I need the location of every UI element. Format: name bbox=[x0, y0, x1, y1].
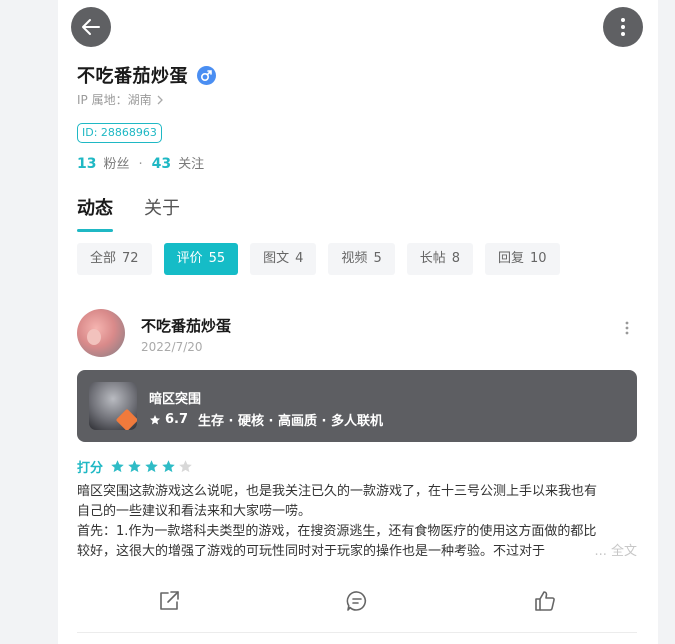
review-text[interactable]: 暗区突围这款游戏这么说呢，也是我关注已久的一款游戏了，在十三号公测上手以来我也有… bbox=[77, 482, 637, 562]
user-id-badge[interactable]: ID: 28868963 bbox=[77, 123, 162, 143]
game-card[interactable]: 暗区突围 6.7 生存 · 硬核 · 高画质 · 多人联机 bbox=[77, 370, 637, 442]
filter-video[interactable]: 视频 5 bbox=[328, 243, 395, 275]
filter-count: 55 bbox=[208, 251, 226, 266]
follow-stats: 13 粉丝 · 43 关注 bbox=[77, 153, 204, 172]
stats-separator: · bbox=[138, 157, 143, 172]
filter-count: 72 bbox=[122, 251, 139, 266]
filter-image-text[interactable]: 图文 4 bbox=[250, 243, 317, 275]
star-filled-icon bbox=[162, 460, 175, 473]
followers-count[interactable]: 13 bbox=[77, 156, 96, 172]
vertical-dots-icon bbox=[625, 321, 629, 335]
followers-label[interactable]: 粉丝 bbox=[103, 153, 129, 172]
game-meta: 6.7 生存 · 硬核 · 高画质 · 多人联机 bbox=[149, 410, 383, 429]
comment-icon bbox=[346, 591, 367, 611]
review-line-last: 较好，这很大的增强了游戏的可玩性同时对于玩家的操作也是一种考验。不过对于 ...… bbox=[77, 542, 637, 562]
filter-count: 4 bbox=[295, 251, 304, 266]
filter-label: 图文 bbox=[263, 251, 290, 266]
share-button[interactable] bbox=[155, 587, 183, 615]
main-tabs: 动态 关于 bbox=[77, 194, 211, 232]
back-button[interactable] bbox=[71, 7, 111, 47]
game-name: 暗区突围 bbox=[149, 392, 202, 407]
review-line: 首先：1.作为一款塔科夫类型的游戏，在搜资源逃生，还有食物医疗的使用这方面做的都… bbox=[77, 524, 597, 539]
filter-count: 10 bbox=[530, 251, 547, 266]
arrow-left-icon bbox=[82, 19, 100, 35]
review-line: 暗区突围这款游戏这么说呢，也是我关注已久的一款游戏了，在十三号公测上手以来我也有 bbox=[77, 484, 598, 499]
review-line: 自己的一些建议和看法来和大家唠一唠。 bbox=[77, 504, 312, 519]
comment-button[interactable] bbox=[343, 587, 371, 615]
share-icon bbox=[160, 591, 179, 610]
profile-page: 不吃番茄炒蛋 IP 属地：湖南 ID: 28868963 13 粉丝 · 43 … bbox=[58, 0, 658, 644]
post-date: 2022/7/20 bbox=[141, 340, 203, 354]
filter-chips: 全部 72 评价 55 图文 4 视频 5 长帖 8 回复 10 bbox=[77, 243, 572, 275]
filter-label: 评价 bbox=[176, 251, 203, 266]
thumbs-up-icon bbox=[535, 591, 555, 611]
filter-long-post[interactable]: 长帖 8 bbox=[406, 243, 474, 275]
filter-label: 视频 bbox=[341, 251, 368, 266]
profile-name-row: 不吃番茄炒蛋 bbox=[77, 62, 216, 88]
ip-location[interactable]: IP 属地：湖南 bbox=[77, 91, 165, 108]
star-filled-icon bbox=[145, 460, 158, 473]
star-icon bbox=[150, 414, 160, 424]
game-tags: 生存 · 硬核 · 高画质 · 多人联机 bbox=[198, 414, 384, 429]
chevron-right-icon bbox=[157, 95, 163, 104]
following-count[interactable]: 43 bbox=[152, 156, 171, 172]
following-label[interactable]: 关注 bbox=[178, 153, 204, 172]
filter-label: 全部 bbox=[90, 251, 117, 266]
filter-reviews[interactable]: 评价 55 bbox=[163, 243, 239, 275]
post-actions bbox=[58, 587, 658, 617]
vertical-dots-icon bbox=[621, 18, 625, 36]
game-score: 6.7 bbox=[165, 412, 189, 427]
rating-stars bbox=[110, 459, 195, 474]
star-empty-icon bbox=[179, 460, 192, 473]
filter-label: 长帖 bbox=[419, 251, 446, 266]
star-filled-icon bbox=[111, 460, 124, 473]
user-name: 不吃番茄炒蛋 bbox=[77, 66, 188, 87]
game-icon bbox=[89, 382, 137, 430]
more-options-button[interactable] bbox=[603, 7, 643, 47]
like-button[interactable] bbox=[531, 587, 559, 615]
star-filled-icon bbox=[128, 460, 141, 473]
divider bbox=[77, 632, 637, 633]
avatar[interactable] bbox=[77, 309, 125, 357]
filter-all[interactable]: 全部 72 bbox=[77, 243, 152, 275]
tab-activity[interactable]: 动态 bbox=[77, 194, 113, 232]
filter-count: 8 bbox=[451, 251, 461, 266]
ip-location-text: IP 属地：湖南 bbox=[77, 93, 152, 107]
rating-row: 打分 bbox=[77, 457, 195, 476]
post-more-button[interactable] bbox=[624, 320, 630, 340]
filter-count: 5 bbox=[373, 251, 382, 266]
filter-label: 回复 bbox=[498, 251, 525, 266]
rating-label: 打分 bbox=[77, 461, 104, 476]
tab-about[interactable]: 关于 bbox=[144, 194, 180, 220]
male-icon bbox=[197, 65, 216, 85]
read-more-link[interactable]: ... 全文 bbox=[564, 542, 637, 562]
review-line: 较好，这很大的增强了游戏的可玩性同时对于玩家的操作也是一种考验。不过对于 bbox=[77, 544, 546, 559]
post-author-name[interactable]: 不吃番茄炒蛋 bbox=[141, 315, 231, 336]
filter-replies[interactable]: 回复 10 bbox=[485, 243, 560, 275]
